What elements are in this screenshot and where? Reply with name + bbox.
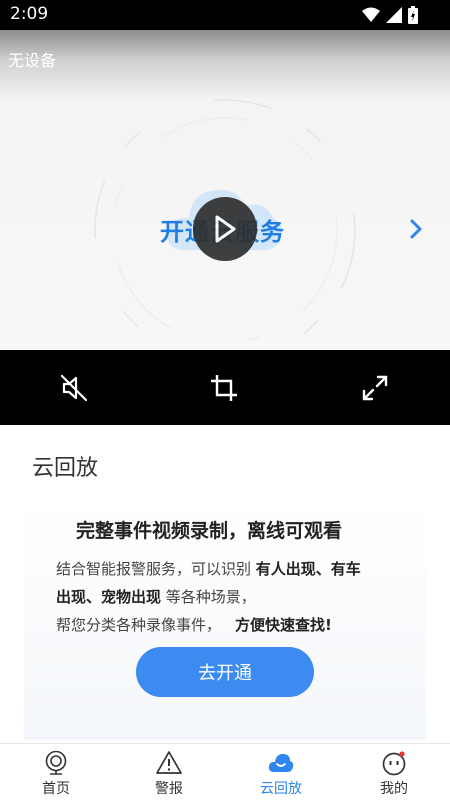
device-title: 无设备: [8, 51, 57, 70]
crop-icon[interactable]: [208, 372, 240, 404]
description-line-1: 结合智能报警服务，可以识别 有人出现、有车: [56, 558, 361, 579]
signal-icon: [386, 7, 402, 23]
description-text: 等各种场景，: [161, 588, 256, 606]
section-title: 云回放: [32, 456, 99, 481]
description-text: 结合智能报警服务，可以识别: [56, 560, 256, 578]
player-control-bar: [0, 350, 450, 425]
video-player[interactable]: 无设备 开通云服务: [0, 30, 450, 350]
promo-headline: 完整事件视频录制，离线可观看: [76, 520, 343, 542]
nav-label: 警报: [155, 781, 183, 797]
nav-label: 我的: [380, 781, 408, 797]
bottom-nav: 首页 警报 云回放 我的: [0, 743, 450, 800]
description-highlight: 有人出现、有车: [255, 560, 361, 578]
description-text: 帮您分类各种录像事件，: [56, 616, 222, 634]
nav-label: 首页: [42, 781, 70, 797]
nav-item-me[interactable]: 我的: [349, 750, 439, 798]
camera-icon: [45, 750, 67, 775]
description-line-2: 出现、宠物出现 等各种场景，: [56, 586, 256, 607]
fullscreen-icon[interactable]: [359, 372, 391, 404]
description-highlight: 方便快速查找!: [235, 616, 332, 634]
play-icon: [215, 215, 236, 243]
nav-item-cloud-playback[interactable]: 云回放: [236, 750, 326, 798]
battery-icon: [408, 6, 418, 24]
mute-icon[interactable]: [58, 372, 90, 404]
chevron-right-icon[interactable]: [405, 217, 429, 241]
description-line-3: 帮您分类各种录像事件， 方便快速查找!: [56, 614, 332, 635]
play-button[interactable]: [193, 197, 257, 261]
status-bar: 2:09: [0, 0, 450, 30]
status-time: 2:09: [10, 4, 49, 24]
activate-button[interactable]: 去开通: [136, 647, 314, 697]
nav-item-home[interactable]: 首页: [11, 750, 101, 798]
nav-item-alarm[interactable]: 警报: [124, 750, 214, 798]
wifi-icon: [362, 7, 380, 22]
description-highlight: 出现、宠物出现: [56, 588, 162, 606]
nav-label: 云回放: [260, 781, 302, 797]
notification-dot: [399, 751, 405, 757]
status-icons: [362, 6, 418, 24]
cloud-icon: [268, 754, 294, 772]
warning-icon: [156, 751, 182, 774]
face-icon: [382, 751, 406, 776]
